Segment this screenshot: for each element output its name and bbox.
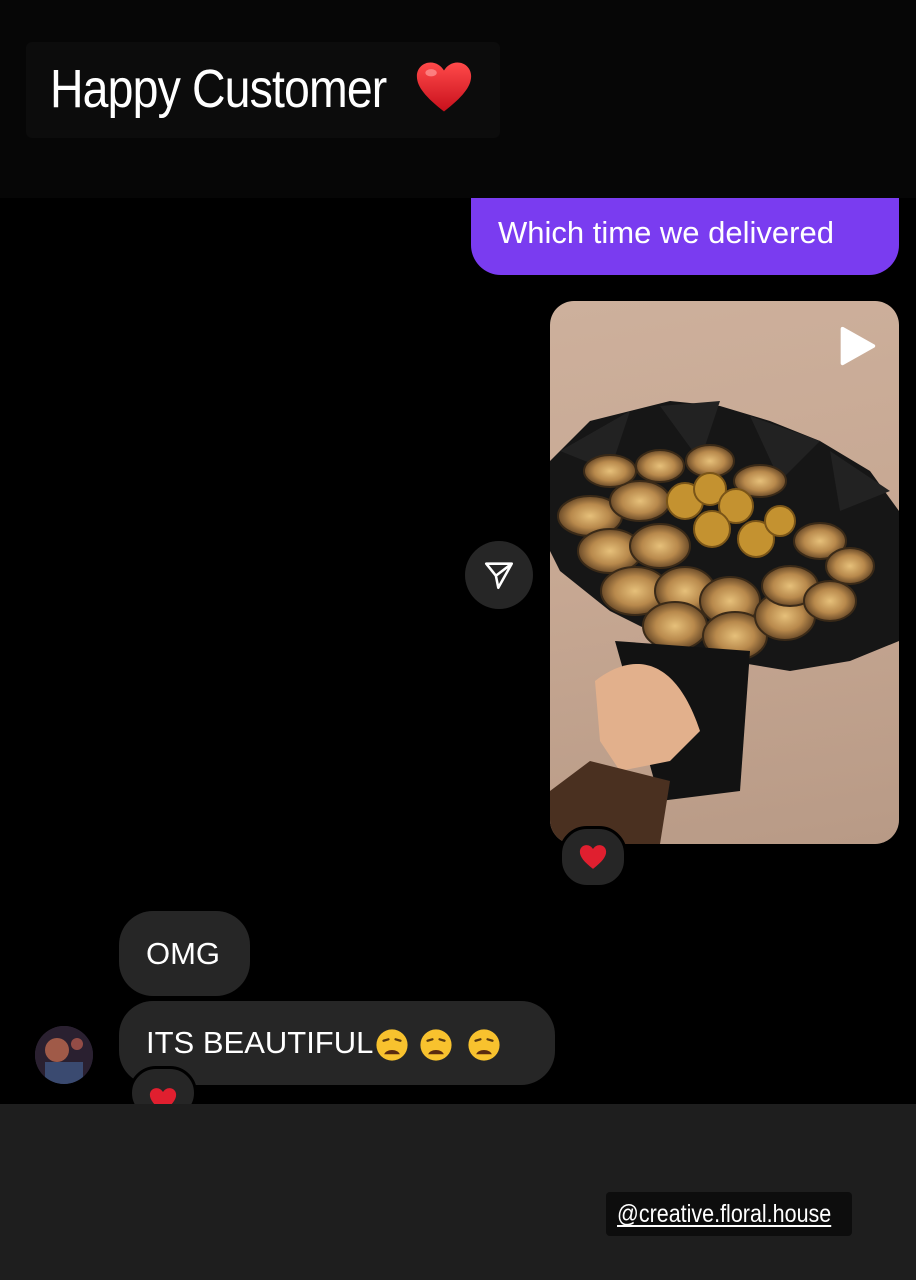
weary-face-icon (468, 1029, 500, 1061)
heart-icon (579, 845, 607, 869)
bouquet-image (550, 401, 899, 844)
incoming-message[interactable]: OMG (119, 911, 250, 996)
play-icon[interactable] (833, 323, 879, 369)
account-handle[interactable]: @creative.floral.house (617, 1198, 831, 1230)
outgoing-message[interactable]: Which time we delivered (471, 198, 899, 275)
incoming-message-text: OMG (146, 936, 221, 971)
avatar[interactable] (35, 1026, 93, 1084)
incoming-message-text: ITS BEAUTIFUL (146, 1025, 374, 1060)
avatar-photo (35, 1026, 93, 1084)
video-message-thumbnail[interactable] (550, 301, 899, 844)
story-title: Happy Customer (50, 59, 387, 119)
media-reaction[interactable] (559, 826, 627, 888)
outgoing-message-text: Which time we delivered (498, 215, 834, 250)
share-button[interactable] (465, 541, 533, 609)
heart-icon (416, 62, 472, 112)
weary-face-icon (420, 1029, 452, 1061)
send-icon (484, 562, 514, 590)
weary-face-icon (376, 1029, 408, 1061)
